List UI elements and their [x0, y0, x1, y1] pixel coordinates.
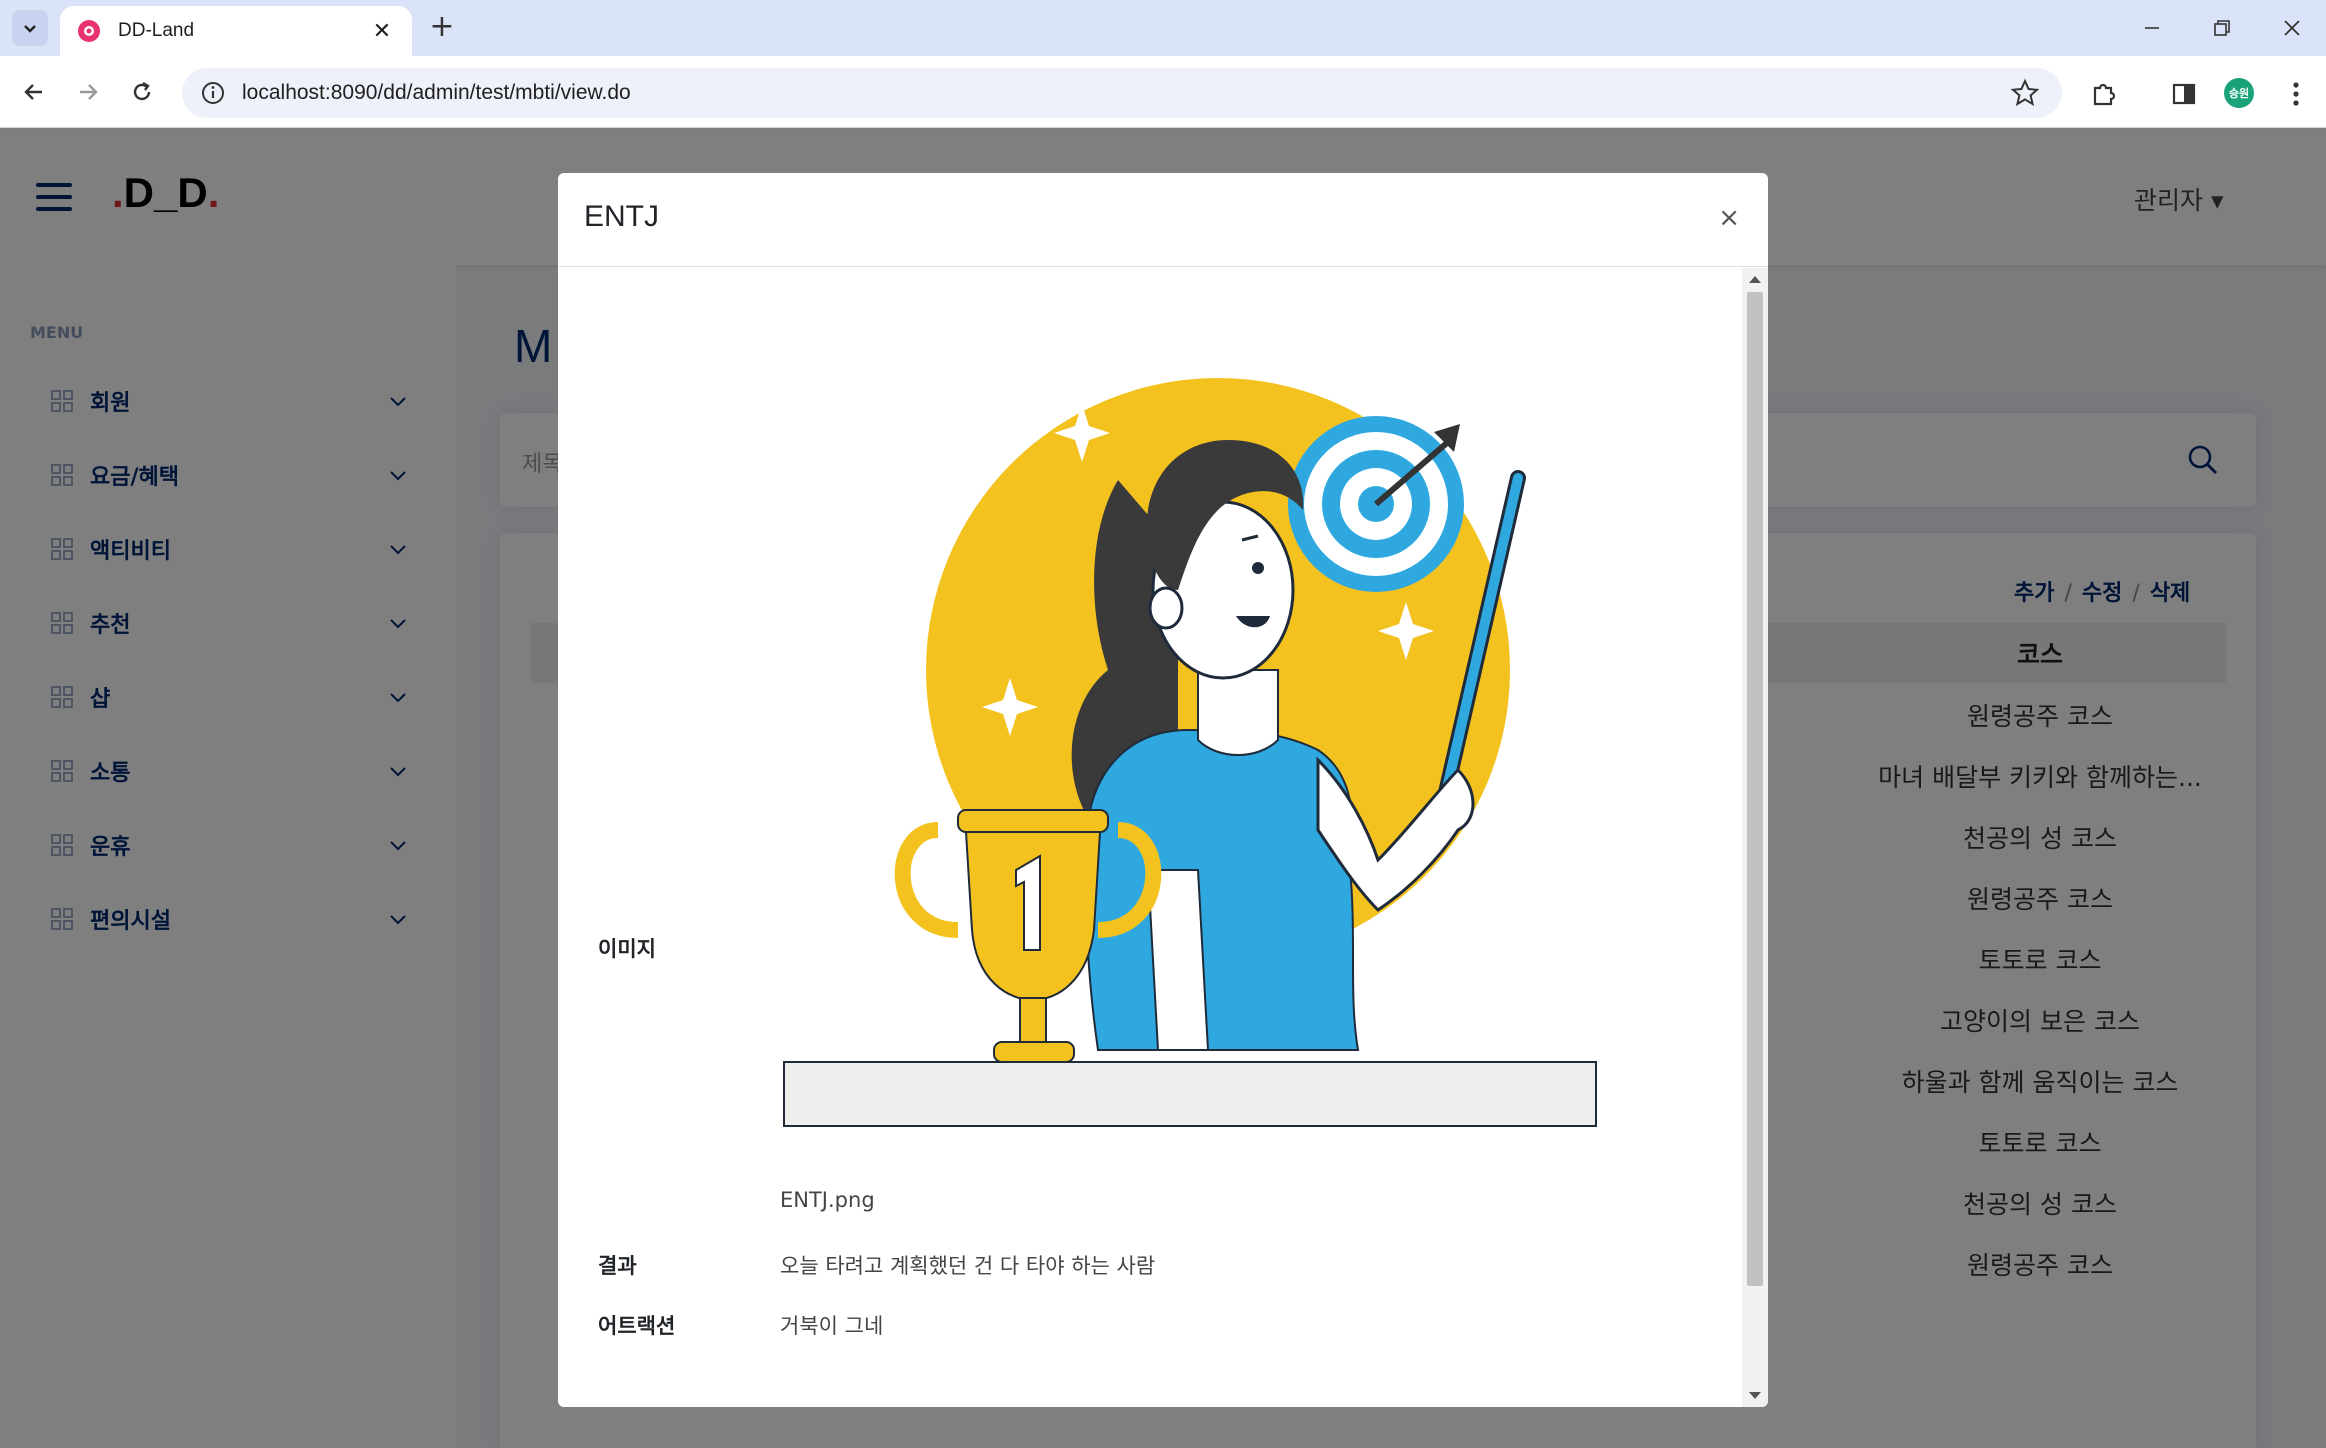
restore-icon — [2214, 20, 2230, 36]
modal-header: ENTJ × — [558, 173, 1768, 267]
close-icon — [2284, 20, 2300, 36]
browser-tab[interactable]: DD-Land ✕ — [60, 6, 412, 56]
tab-title: DD-Land — [118, 20, 195, 41]
modal-title: ENTJ — [584, 200, 659, 233]
puzzle-icon — [2093, 83, 2116, 106]
close-window-button[interactable] — [2262, 8, 2322, 48]
attraction-label: 어트랙션 — [598, 1314, 676, 1338]
more-vert-icon — [2293, 82, 2299, 106]
reload-icon — [133, 81, 151, 101]
tab-search-button[interactable] — [12, 10, 48, 46]
result-value: 오늘 타려고 계획했던 건 다 타야 하는 사람 — [780, 1254, 1156, 1278]
side-panel-button[interactable] — [2166, 76, 2202, 112]
image-label: 이미지 — [598, 937, 656, 961]
address-bar[interactable]: localhost:8090/dd/admin/test/mbti/view.d… — [182, 68, 2062, 118]
minimize-icon — [2145, 27, 2159, 29]
arrow-right-icon — [80, 84, 98, 100]
mbti-result-illustration — [783, 378, 1597, 1127]
result-label: 결과 — [598, 1254, 637, 1278]
scroll-up-arrow-icon[interactable] — [1749, 276, 1761, 283]
bookmark-star-icon[interactable] — [2010, 78, 2040, 108]
image-filename: ENTJ.png — [780, 1188, 875, 1212]
reload-button[interactable] — [122, 72, 162, 112]
back-button[interactable] — [14, 72, 54, 112]
restore-button[interactable] — [2192, 8, 2252, 48]
browser-menu-button[interactable] — [2278, 76, 2314, 112]
extensions-button[interactable] — [2086, 76, 2122, 112]
minimize-button[interactable] — [2122, 8, 2182, 48]
arrow-left-icon — [24, 84, 42, 100]
scroll-down-arrow-icon[interactable] — [1749, 1392, 1761, 1399]
url-text[interactable]: localhost:8090/dd/admin/test/mbti/view.d… — [242, 81, 2010, 105]
scroll-thumb[interactable] — [1747, 292, 1763, 1286]
favicon-icon — [78, 20, 100, 42]
chevron-down-icon — [24, 25, 36, 33]
new-tab-button[interactable]: + — [424, 10, 460, 46]
profile-avatar[interactable]: 승원 — [2224, 78, 2254, 108]
mbti-detail-modal: ENTJ × 이미지 ENTJ.png 결과 오늘 타려고 계획했던 건 다 타… — [558, 173, 1768, 1407]
forward-button[interactable] — [68, 72, 108, 112]
browser-tab-bar: DD-Land ✕ + — [0, 0, 2326, 56]
modal-body: 이미지 ENTJ.png 결과 오늘 타려고 계획했던 건 다 타야 하는 사람… — [558, 268, 1742, 1407]
modal-close-button[interactable]: × — [1718, 203, 1740, 233]
browser-toolbar: localhost:8090/dd/admin/test/mbti/view.d… — [0, 56, 2326, 128]
site-info-icon[interactable] — [200, 80, 226, 106]
modal-scrollbar[interactable] — [1742, 268, 1768, 1407]
side-panel-icon — [2172, 83, 2196, 105]
attraction-value: 거북이 그네 — [780, 1314, 884, 1338]
tab-close-icon[interactable]: ✕ — [368, 19, 396, 44]
